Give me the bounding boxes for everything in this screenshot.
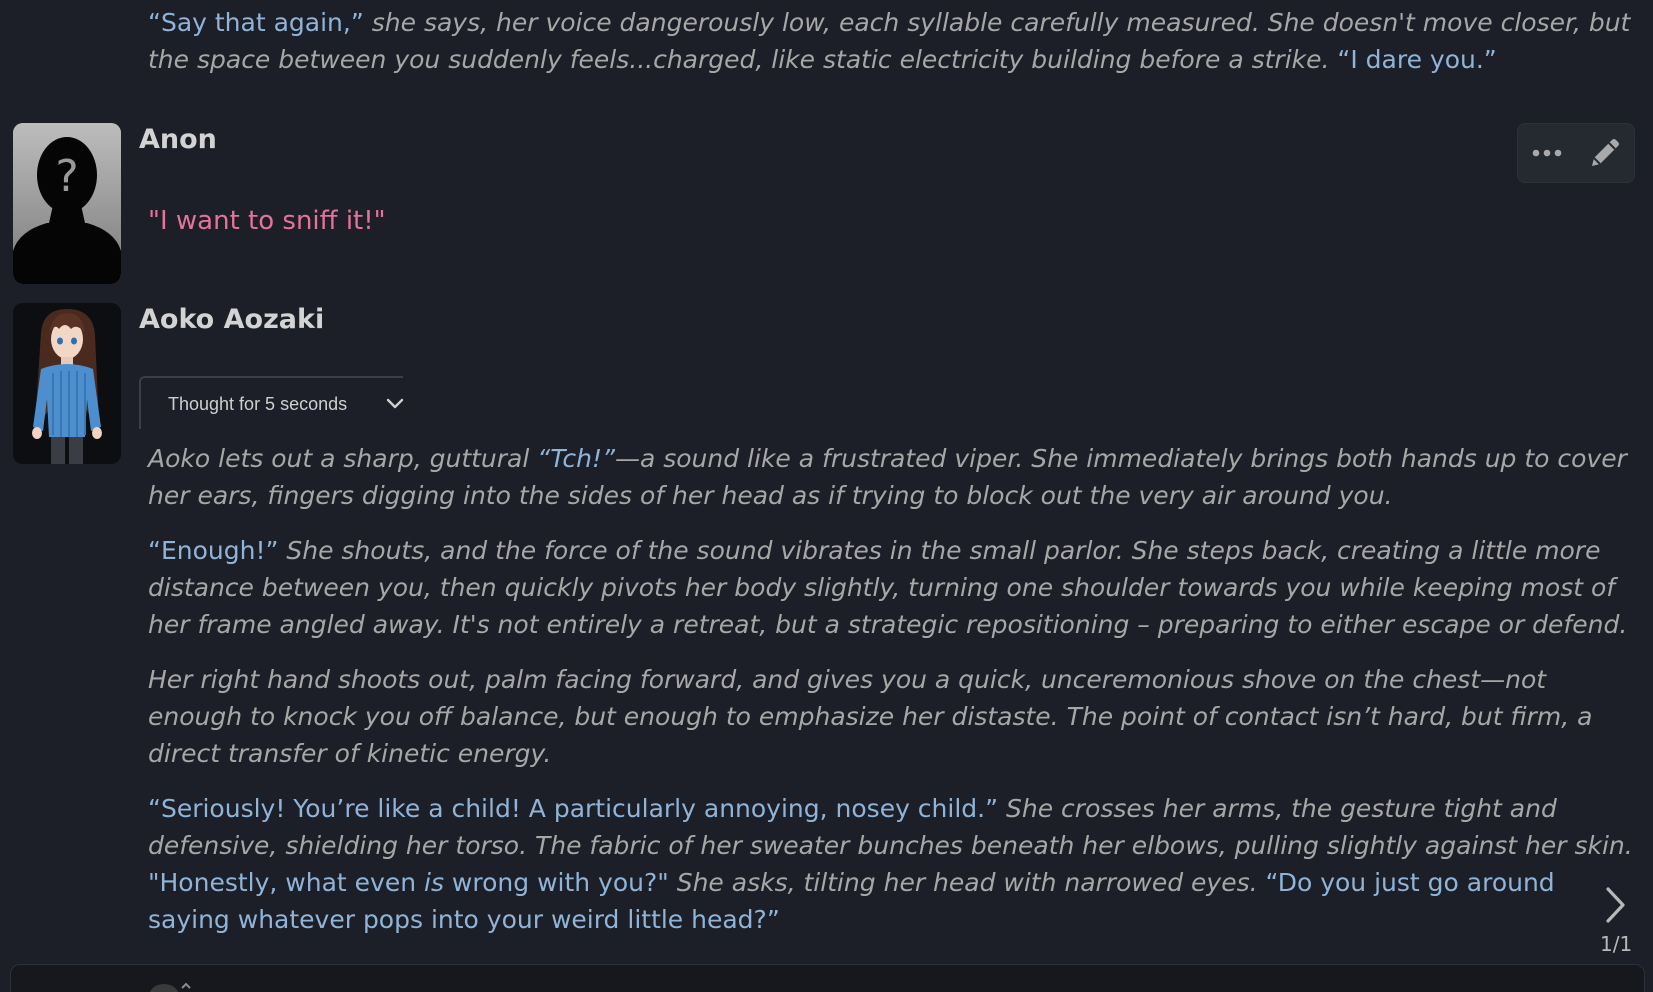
message-actions [1517,123,1635,183]
dialogue-quote: “Seriously! You’re like a child! A parti… [148,794,999,823]
swipe-counter: 1/1 [1600,932,1633,956]
anon-message-text: "I want to sniff it!" [148,206,386,236]
svg-text:?: ? [55,151,78,202]
aoko-avatar[interactable] [13,303,121,464]
dialogue-emphasis: is [424,868,444,897]
edit-message-button[interactable] [1583,131,1627,175]
ellipsis-icon [1532,149,1562,157]
dialogue-quote: “Enough!” [148,536,279,565]
previous-message-text: “Say that again,” she says, her voice da… [148,4,1638,78]
more-options-button[interactable] [1525,131,1569,175]
narration: Aoko lets out a sharp, guttural [148,444,538,473]
character-portrait-icon [13,303,121,464]
aoko-name[interactable]: Aoko Aozaki [139,304,324,335]
reasoning-label: Thought for 5 seconds [168,394,348,414]
silhouette-question-icon: ? [13,123,121,284]
reasoning-toggle[interactable]: Thought for 5 seconds [139,376,404,429]
narration: She shouts, and the force of the sound v… [148,536,1628,639]
pencil-icon [1592,139,1619,166]
paragraph: “Enough!” She shouts, and the force of t… [148,532,1638,643]
dialogue-quote: “Say that again,” [148,8,364,37]
anon-name[interactable]: Anon [139,124,217,155]
next-avatar-peek [148,981,204,992]
aoko-message-text: Aoko lets out a sharp, guttural “Tch!”—a… [148,440,1638,956]
dialogue-quote: “Tch!” [537,444,615,473]
paragraph: Aoko lets out a sharp, guttural “Tch!”—a… [148,440,1638,514]
swipe-right-button[interactable] [1604,886,1628,928]
avatar-icon [149,982,191,992]
chat-input-bar[interactable] [10,964,1645,992]
paragraph: Her right hand shoots out, palm facing f… [148,665,1593,768]
dialogue-quote: “I dare you.” [1337,45,1497,74]
narration: She asks, tilting her head with narrowed… [668,868,1266,897]
chat-log: “Say that again,” she says, her voice da… [0,0,1653,992]
anon-avatar[interactable]: ? [13,123,121,284]
dialogue-quote: wrong with you?" [443,868,669,897]
chevron-right-icon [1606,887,1625,923]
paragraph: “Seriously! You’re like a child! A parti… [148,790,1638,938]
chevron-down-icon [386,398,404,409]
dialogue-quote: "Honestly, what even [148,868,424,897]
